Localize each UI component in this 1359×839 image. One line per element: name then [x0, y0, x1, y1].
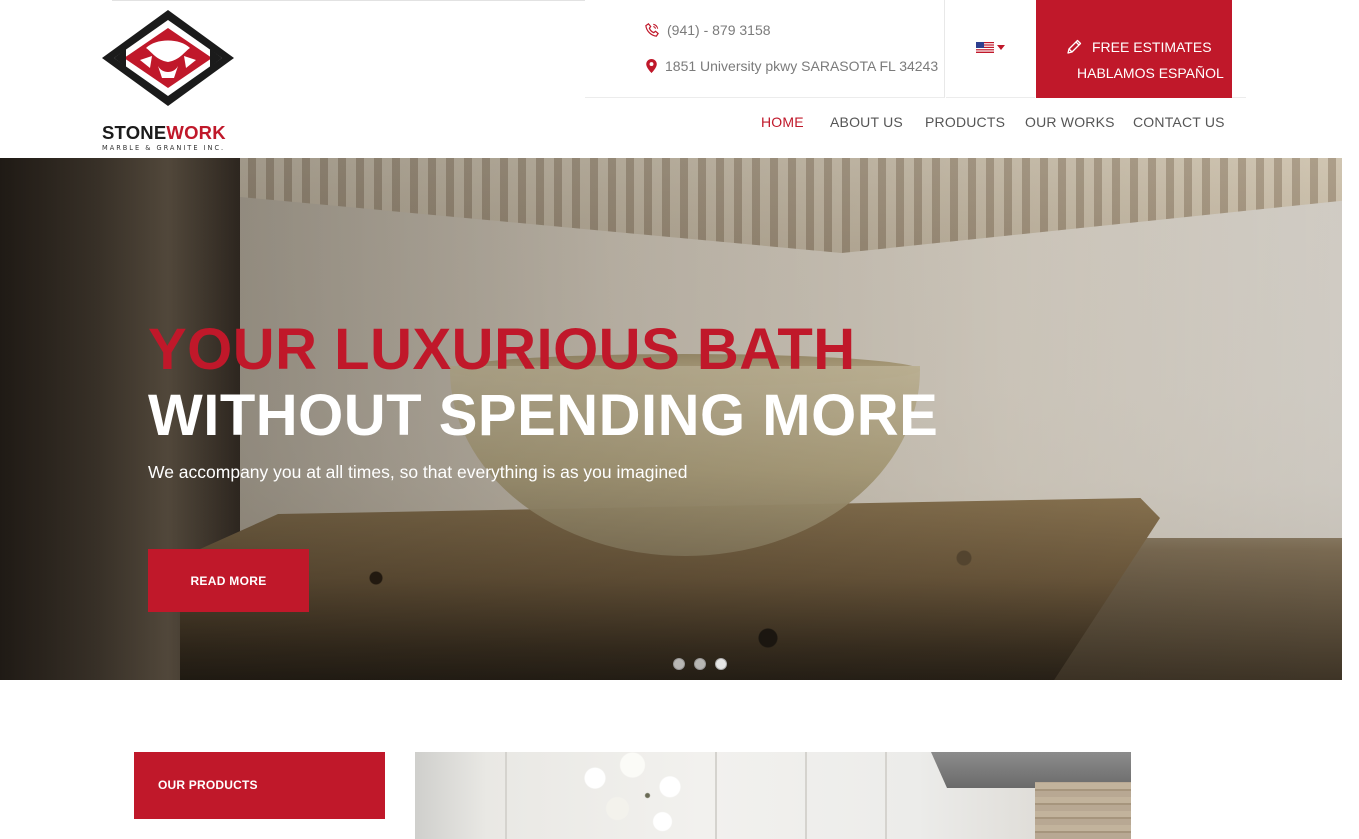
- read-more-button[interactable]: READ MORE: [148, 549, 309, 612]
- nav-home[interactable]: HOME: [761, 114, 804, 130]
- our-products-label[interactable]: OUR PRODUCTS: [158, 778, 258, 792]
- nav-our-works[interactable]: OUR WORKS: [1025, 114, 1115, 130]
- hablamos-espanol-label[interactable]: HABLAMOS ESPAÑOL: [1077, 65, 1224, 81]
- nav-products[interactable]: PRODUCTS: [925, 114, 1005, 130]
- free-estimates-button[interactable]: FREE ESTIMATES HABLAMOS ESPAÑOL: [1036, 0, 1232, 98]
- contact-info-panel: (941) - 879 3158 1851 University pkwy SA…: [585, 0, 945, 98]
- hero-slider: YOUR LUXURIOUS BATH WITHOUT SPENDING MOR…: [0, 158, 1342, 680]
- language-selector[interactable]: [946, 0, 1035, 98]
- pencil-icon: [1067, 39, 1082, 54]
- nav-contact-us[interactable]: CONTACT US: [1133, 114, 1225, 130]
- cabinet-seam: [715, 752, 717, 839]
- cabinet-seam: [505, 752, 507, 839]
- caret-down-icon[interactable]: [997, 45, 1005, 50]
- slider-dots: [673, 658, 727, 670]
- brand-name: STONEWORK: [102, 122, 226, 143]
- free-estimates-label[interactable]: FREE ESTIMATES: [1092, 39, 1212, 55]
- slider-dot[interactable]: [673, 658, 685, 670]
- slider-dot-active[interactable]: [715, 658, 727, 670]
- slider-dot[interactable]: [694, 658, 706, 670]
- hero-title-line1: YOUR LUXURIOUS BATH: [148, 317, 856, 382]
- brand-tagline: MARBLE & GRANITE INC.: [102, 144, 226, 152]
- cabinet-seam: [805, 752, 807, 839]
- header-top-rule: [112, 0, 585, 1]
- address-row: 1851 University pkwy SARASOTA FL 34243: [646, 58, 938, 74]
- phone-icon: [645, 23, 659, 37]
- us-flag-icon: [976, 42, 994, 53]
- hero-subtitle: We accompany you at all times, so that e…: [148, 462, 688, 482]
- map-pin-icon: [646, 59, 657, 73]
- cabinet-seam: [885, 752, 887, 839]
- nav-about-us[interactable]: ABOUT US: [830, 114, 903, 130]
- kitchen-product-image: [415, 752, 1131, 839]
- backsplash-tile-photo: [1035, 782, 1131, 839]
- logo-mark-icon: [102, 10, 234, 106]
- phone-row[interactable]: (941) - 879 3158: [645, 22, 771, 38]
- our-products-tab[interactable]: OUR PRODUCTS: [134, 752, 385, 819]
- hero-title-line2: WITHOUT SPENDING MORE: [148, 383, 939, 448]
- address-text: 1851 University pkwy SARASOTA FL 34243: [665, 58, 939, 74]
- phone-number[interactable]: (941) - 879 3158: [667, 22, 771, 38]
- flower-arrangement-photo: [565, 752, 715, 839]
- site-logo[interactable]: STONEWORK MARBLE & GRANITE INC.: [100, 8, 240, 156]
- header-divider: [1232, 97, 1246, 98]
